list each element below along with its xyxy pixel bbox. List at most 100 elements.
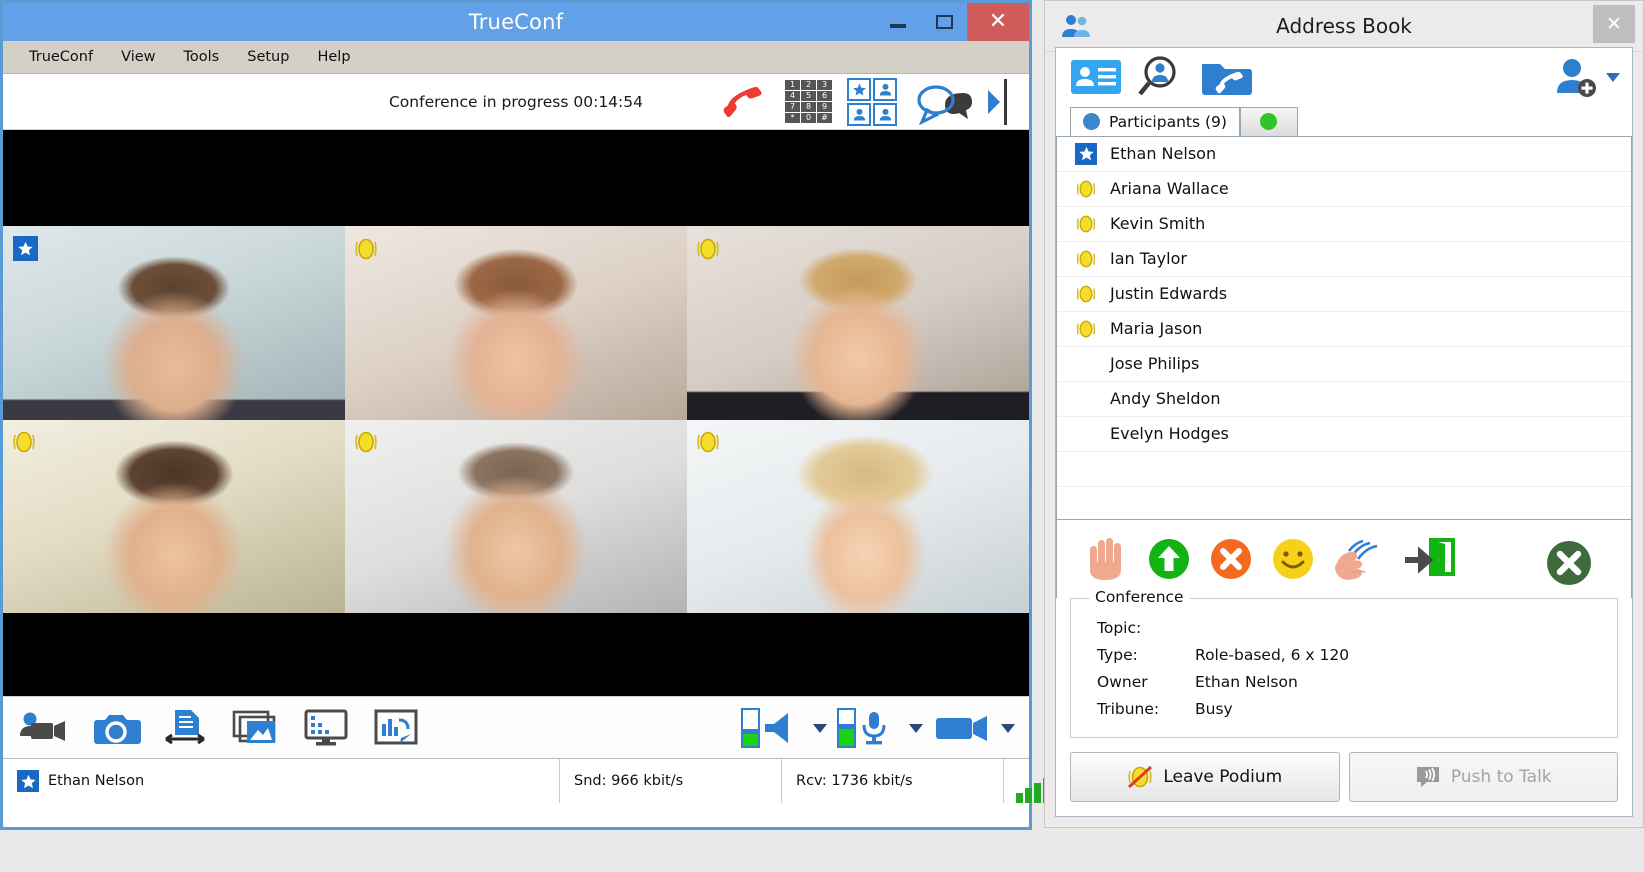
leave-podium-label: Leave Podium [1163, 767, 1283, 788]
exit-door-icon[interactable] [1401, 536, 1455, 582]
speaker-level-meter [741, 708, 760, 748]
video-conference-area [3, 130, 1029, 696]
participant-name: Justin Edwards [1110, 284, 1228, 304]
conference-type-value: Role-based, 6 x 120 [1195, 646, 1350, 665]
address-book-title: Address Book [1276, 14, 1412, 38]
tab-participants[interactable]: Participants (9) [1070, 106, 1240, 136]
address-book-toolbar-left [1070, 55, 1252, 99]
conference-status-text: Conference in progress 00:14:54 [388, 92, 643, 111]
menu-item-setup[interactable]: Setup [233, 46, 303, 68]
dialpad-key-hash: # [817, 112, 832, 123]
address-book-close-button[interactable]: ✕ [1593, 5, 1635, 43]
dialpad-key-2: 2 [801, 79, 816, 90]
list-item[interactable]: Ariana Wallace [1057, 172, 1631, 207]
push-to-talk-label: Push to Talk [1450, 767, 1552, 788]
deny-podium-icon[interactable] [1209, 537, 1253, 581]
layout-grid-icon[interactable] [847, 77, 897, 126]
close-button[interactable]: ✕ [967, 3, 1029, 41]
dialpad-key-6: 6 [817, 90, 832, 101]
video-tile[interactable] [345, 419, 687, 613]
menu-item-trueconf[interactable]: TrueConf [15, 46, 107, 68]
list-item[interactable]: Ian Taylor [1057, 242, 1631, 277]
video-person-image [345, 226, 687, 420]
list-item[interactable] [1057, 452, 1631, 487]
push-to-talk-button[interactable]: Push to Talk [1348, 752, 1618, 803]
contacts-card-icon[interactable] [1070, 57, 1122, 97]
conference-info-legend: Conference [1089, 588, 1190, 607]
remove-all-icon[interactable] [1545, 539, 1593, 587]
hangup-phone-icon[interactable] [719, 81, 771, 123]
screen-share-icon[interactable] [301, 708, 351, 748]
file-transfer-icon[interactable] [161, 708, 211, 748]
raise-hand-icon[interactable] [1085, 536, 1129, 582]
camera-dropdown-caret[interactable] [1001, 723, 1015, 733]
address-book-panel: Address Book ✕ Participants (9) Ethan Ne… [1044, 0, 1644, 828]
list-item[interactable]: Jose Philips [1057, 347, 1631, 382]
people-icon [1061, 13, 1091, 43]
list-item[interactable] [1057, 487, 1631, 520]
expand-panel-arrow-icon[interactable] [987, 78, 1011, 126]
status-receive-rate: Rcv: 1736 kbit/s [782, 759, 1004, 803]
tile-badge-mic [697, 236, 719, 261]
menu-item-tools[interactable]: Tools [170, 46, 234, 68]
dialpad-icon[interactable]: 1 2 3 4 5 6 7 8 9 * 0 # [785, 79, 833, 124]
maximize-button[interactable] [921, 3, 967, 41]
speaker-dropdown-caret[interactable] [813, 723, 827, 733]
dialpad-key-0: 0 [801, 112, 816, 123]
call-history-icon[interactable] [1200, 56, 1252, 98]
whiteboard-icon[interactable] [371, 708, 421, 748]
video-tile[interactable] [3, 419, 345, 613]
grant-podium-up-icon[interactable] [1147, 537, 1191, 581]
slideshow-icon[interactable] [231, 708, 281, 748]
snapshot-camera-icon[interactable] [91, 709, 141, 747]
status-bar: Ethan Nelson Snd: 966 kbit/s Rcv: 1736 k… [3, 758, 1104, 803]
tab-online[interactable] [1239, 106, 1298, 136]
camera-icon[interactable] [933, 708, 991, 748]
microphone-dropdown-caret[interactable] [909, 723, 923, 733]
list-item[interactable]: Kevin Smith [1057, 207, 1631, 242]
participant-name: Andy Sheldon [1110, 389, 1221, 409]
tab-participants-label: Participants (9) [1109, 112, 1227, 131]
video-tile[interactable] [345, 226, 687, 420]
dialpad-key-3: 3 [817, 79, 832, 90]
leave-podium-button[interactable]: Leave Podium [1070, 752, 1340, 803]
menu-item-help[interactable]: Help [303, 46, 364, 68]
list-item[interactable]: Maria Jason [1057, 312, 1631, 347]
add-user-icon[interactable] [1552, 55, 1598, 99]
microphone-icon[interactable] [837, 707, 899, 749]
list-item[interactable]: Andy Sheldon [1057, 382, 1631, 417]
conference-status-bar: Conference in progress 00:14:54 1 2 3 4 [3, 74, 1029, 130]
participant-actions [1056, 520, 1632, 599]
minimize-button[interactable] [875, 3, 921, 41]
participants-list[interactable]: Ethan Nelson Ariana Wallace Kevin Smith [1056, 135, 1632, 521]
search-user-icon[interactable] [1136, 55, 1186, 99]
video-tile[interactable] [687, 226, 1029, 420]
list-item[interactable]: Justin Edwards [1057, 277, 1631, 312]
chevron-down-icon[interactable] [1606, 72, 1620, 82]
video-tile[interactable] [687, 419, 1029, 613]
conference-owner-label: Owner [1097, 673, 1148, 692]
trueconf-main-window: TrueConf ✕ TrueConf View Tools Setup Hel… [0, 0, 1104, 830]
video-letterbox-top [3, 130, 1029, 226]
smiley-icon[interactable] [1271, 537, 1315, 581]
leave-podium-icon [1127, 765, 1153, 789]
star-icon [13, 236, 38, 261]
mic-icon [355, 236, 377, 261]
conference-info-group: Conference Topic: Type: Role-based, 6 x … [1070, 588, 1618, 739]
chat-bubbles-icon[interactable] [911, 79, 973, 125]
conference-info-row: Topic: [1071, 615, 1617, 642]
applause-icon[interactable] [1333, 535, 1383, 583]
star-icon [17, 770, 39, 792]
video-tile[interactable] [3, 226, 345, 420]
participant-name: Evelyn Hodges [1110, 424, 1229, 444]
menu-item-view[interactable]: View [107, 46, 169, 68]
address-book-toolbar [1056, 48, 1632, 106]
list-item[interactable]: Evelyn Hodges [1057, 417, 1631, 452]
list-item[interactable]: Ethan Nelson [1057, 137, 1631, 172]
record-video-icon[interactable] [17, 710, 71, 746]
conference-info-row: Owner Ethan Nelson [1071, 669, 1617, 696]
video-letterbox-bottom [3, 613, 1029, 696]
speaker-volume-icon[interactable] [741, 707, 803, 749]
video-person-image [687, 419, 1029, 613]
participant-name: Ethan Nelson [1110, 144, 1217, 164]
